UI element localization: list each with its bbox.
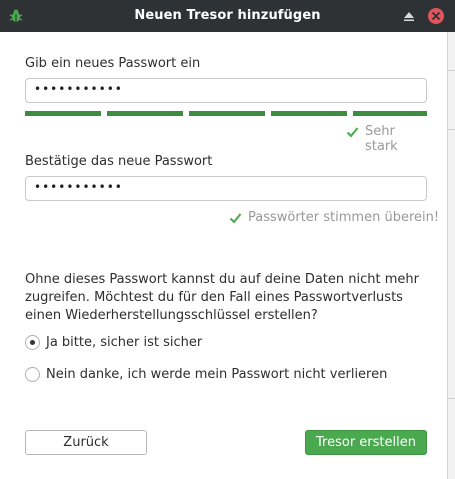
create-vault-button[interactable]: Tresor erstellen (305, 430, 427, 455)
radio-recovery-yes-label[interactable]: Ja bitte, sicher ist sicher (46, 335, 202, 350)
strength-segment-3 (189, 111, 265, 116)
radio-recovery-yes[interactable] (25, 335, 40, 350)
strength-segment-1 (25, 111, 101, 116)
window-titlebar: Neuen Tresor hinzufügen (0, 0, 455, 32)
back-button[interactable]: Zurück (25, 430, 147, 455)
close-button[interactable] (428, 8, 444, 24)
match-text: Passwörter stimmen überein! (248, 210, 440, 225)
check-icon (346, 127, 359, 138)
window-title: Neuen Tresor hinzufügen (134, 8, 321, 23)
confirm-password-label: Bestätige das neue Passwort (25, 154, 213, 169)
new-password-label: Gib ein neues Passwort ein (25, 56, 201, 71)
check-icon (229, 213, 242, 224)
confirm-password-field[interactable]: ••••••••••• (25, 176, 427, 201)
maximize-icon[interactable] (402, 10, 416, 22)
recovery-description: Ohne dieses Passwort kannst du auf deine… (25, 272, 419, 323)
new-password-field[interactable]: ••••••••••• (25, 78, 427, 103)
strength-text: Sehr stark (365, 124, 398, 154)
radio-recovery-no[interactable] (25, 367, 40, 382)
radio-recovery-no-label[interactable]: Nein danke, ich werde mein Passwort nich… (46, 367, 387, 382)
close-icon (432, 12, 440, 20)
window-edge (447, 32, 455, 479)
strength-segment-2 (107, 111, 183, 116)
strength-segment-4 (271, 111, 347, 116)
strength-segment-5 (353, 111, 427, 116)
